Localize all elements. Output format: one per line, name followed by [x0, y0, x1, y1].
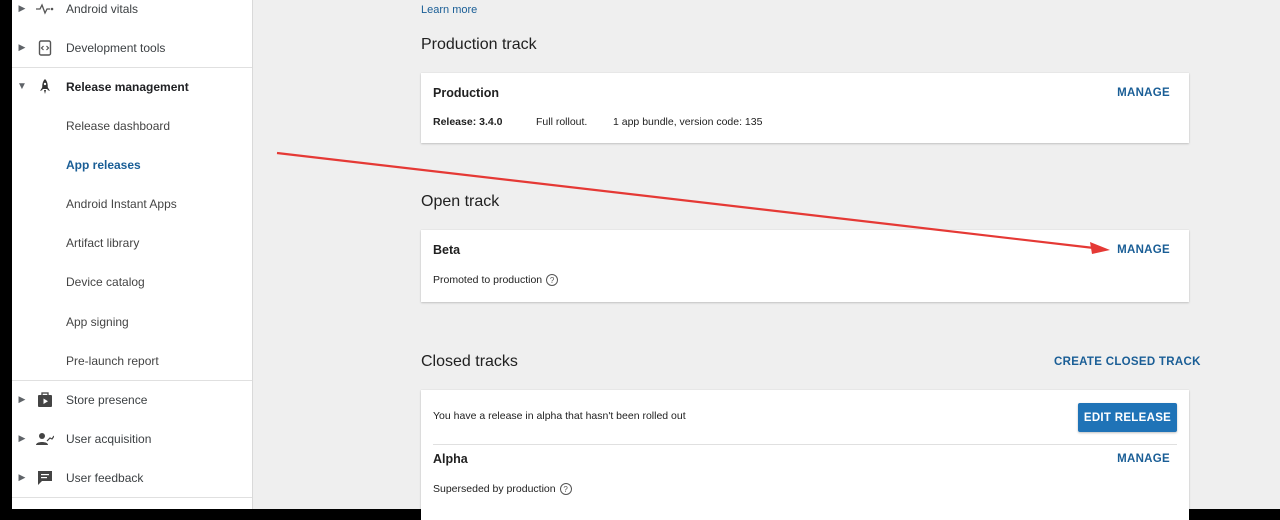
chevron-right-icon: ▶ [18, 433, 26, 443]
edit-release-button[interactable]: EDIT RELEASE [1078, 403, 1177, 432]
beta-status-text: Promoted to production [433, 274, 543, 286]
production-card: Production MANAGE Release: 3.4.0 Full ro… [421, 73, 1189, 143]
sidebar: ▶ Android vitals ▶ Development tools ▼ R… [12, 0, 253, 509]
production-card-title: Production [433, 86, 499, 100]
main-content: Learn more Production track Production M… [252, 0, 1280, 520]
sidebar-item-app-signing[interactable]: App signing [12, 302, 252, 341]
create-closed-track-button[interactable]: CREATE CLOSED TRACK [1054, 356, 1201, 368]
sidebar-item-label: App signing [66, 314, 129, 329]
sidebar-item-release-dashboard[interactable]: Release dashboard [12, 106, 252, 145]
sidebar-item-label: Android Instant Apps [66, 196, 177, 211]
sidebar-item-label: Device catalog [66, 274, 145, 289]
production-bundle-info: 1 app bundle, version code: 135 [613, 116, 763, 128]
learn-more-link[interactable]: Learn more [421, 4, 477, 16]
sidebar-item-label: User feedback [66, 470, 144, 485]
sidebar-item-app-releases[interactable]: App releases [12, 145, 252, 184]
chevron-right-icon: ▶ [18, 3, 26, 13]
store-play-icon [36, 380, 54, 419]
sidebar-item-label: Release dashboard [66, 118, 171, 133]
open-track-heading: Open track [421, 193, 500, 210]
beta-manage-button[interactable]: MANAGE [1117, 244, 1170, 256]
sidebar-item-android-vitals[interactable]: ▶ Android vitals [12, 0, 252, 28]
rocket-icon [36, 67, 54, 106]
feedback-icon [36, 458, 54, 497]
alpha-status: Superseded by production? [433, 483, 572, 496]
sidebar-item-label: App releases [66, 157, 141, 172]
chevron-down-icon: ▼ [17, 81, 27, 92]
chevron-right-icon: ▶ [18, 42, 26, 52]
sidebar-item-development-tools[interactable]: ▶ Development tools [12, 28, 252, 67]
production-track-heading: Production track [421, 36, 537, 53]
sidebar-item-label: Release management [66, 79, 189, 94]
beta-card: Beta MANAGE Promoted to production? [421, 230, 1189, 302]
alpha-card-title: Alpha [433, 452, 468, 466]
sidebar-item-artifact-library[interactable]: Artifact library [12, 223, 252, 262]
sidebar-item-user-feedback[interactable]: ▶ User feedback [12, 458, 252, 497]
sidebar-item-device-catalog[interactable]: Device catalog [12, 262, 252, 301]
vitals-pulse-icon [36, 0, 54, 28]
dev-tools-icon [36, 28, 54, 67]
alpha-manage-button[interactable]: MANAGE [1117, 453, 1170, 465]
sidebar-item-store-presence[interactable]: ▶ Store presence [12, 380, 252, 419]
beta-card-title: Beta [433, 243, 461, 257]
production-rollout-status: Full rollout. [536, 116, 588, 128]
help-icon[interactable]: ? [559, 483, 572, 496]
alpha-status-text: Superseded by production [433, 483, 556, 495]
card-divider [433, 444, 1177, 445]
user-acquisition-icon [36, 419, 54, 458]
unreleased-alpha-notice: You have a release in alpha that hasn't … [433, 410, 686, 422]
sidebar-item-android-instant-apps[interactable]: Android Instant Apps [12, 184, 252, 223]
closed-tracks-heading: Closed tracks [421, 353, 518, 370]
chevron-right-icon: ▶ [18, 472, 26, 482]
sidebar-item-label: Artifact library [66, 235, 140, 250]
sidebar-item-label: Development tools [66, 40, 166, 55]
sidebar-item-pre-launch-report[interactable]: Pre-launch report [12, 341, 252, 380]
sidebar-item-label: Android vitals [66, 1, 139, 16]
production-manage-button[interactable]: MANAGE [1117, 87, 1170, 99]
closed-tracks-card: You have a release in alpha that hasn't … [421, 390, 1189, 520]
beta-status: Promoted to production? [433, 274, 559, 287]
production-release-version: Release: 3.4.0 [433, 116, 503, 128]
sidebar-item-label: User acquisition [66, 431, 152, 446]
sidebar-divider [12, 497, 252, 498]
sidebar-item-user-acquisition[interactable]: ▶ User acquisition [12, 419, 252, 458]
app-window: ▶ Android vitals ▶ Development tools ▼ R… [12, 0, 1280, 520]
chevron-right-icon: ▶ [18, 394, 26, 404]
help-icon[interactable]: ? [546, 274, 559, 287]
sidebar-item-label: Pre-launch report [66, 353, 159, 368]
sidebar-item-label: Store presence [66, 392, 148, 407]
sidebar-item-release-management[interactable]: ▼ Release management [12, 67, 252, 106]
